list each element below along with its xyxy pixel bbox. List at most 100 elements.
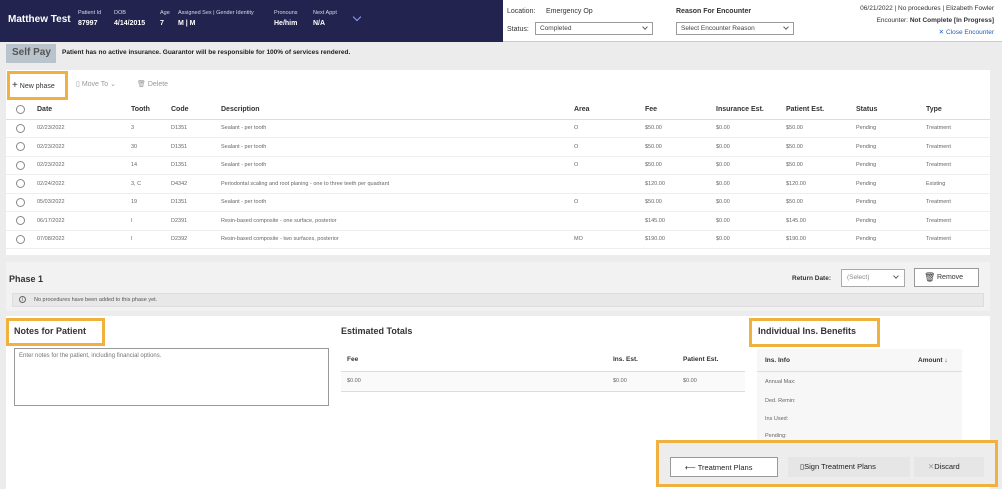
table-row[interactable]: 06/17/2022 I D2391 Resin-based composite - … (6, 211, 990, 231)
cell-patient-est: $50.00 (786, 137, 856, 157)
cell-tooth: 3 (131, 119, 171, 138)
empty-phase-message: i No procedures have been added to this … (12, 293, 984, 307)
est-col-fee: Fee (347, 356, 359, 363)
self-pay-badge: Self Pay (6, 44, 56, 63)
cell-fee: $50.00 (645, 119, 716, 138)
ins-info-header: Ins. Info (765, 357, 790, 364)
cell-code: D4342 (171, 174, 221, 194)
cell-type: Treatment (926, 137, 990, 157)
col-status[interactable]: Status (856, 100, 926, 120)
move-to-button[interactable]: ▯ Move To ⌄ (76, 80, 116, 88)
ins-row-pending: Pending: (765, 433, 787, 439)
age-field: Age 7 (160, 10, 170, 27)
chevron-down-icon (893, 273, 899, 279)
remove-phase-button[interactable]: 🗑 Remove (914, 268, 979, 287)
amount-header[interactable]: Amount ↓ (918, 357, 948, 364)
encounter-reason-select[interactable]: Select Encounter Reason (676, 22, 794, 35)
table-row[interactable]: 02/24/2022 3, C D4342 Periodontal scaling a… (6, 174, 990, 194)
cell-description: Sealant - per tooth (221, 119, 574, 138)
col-date[interactable]: Date (37, 100, 131, 120)
close-encounter-link[interactable]: ✕ Close Encounter (939, 28, 994, 36)
status-select[interactable]: Completed (535, 22, 653, 35)
notes-title: Notes for Patient (14, 326, 87, 336)
row-select-cell (6, 119, 37, 138)
table-row[interactable]: 02/23/2022 14 D1351 Sealant - per tooth O $50… (6, 156, 990, 175)
arrow-left-icon: ⟵ (685, 463, 698, 472)
document-icon: ▯ (76, 81, 80, 88)
row-select-radio[interactable] (16, 179, 25, 189)
cell-tooth: 19 (131, 193, 171, 212)
cell-tooth: I (131, 230, 171, 249)
row-select-cell (6, 156, 37, 175)
cell-code: D2391 (171, 211, 221, 231)
encounter-summary: 06/21/2022 | No procedures | Elizabeth F… (860, 5, 994, 12)
table-row[interactable]: 05/03/2022 19 D1351 Sealant - per tooth O $50… (6, 193, 990, 212)
est-col-patient: Patient Est. (683, 356, 719, 363)
est-ins-value: $0.00 (613, 378, 627, 384)
cell-area (574, 211, 645, 231)
col-description[interactable]: Description (221, 100, 574, 120)
ins-row-annual-max: Annual Max: (765, 379, 796, 385)
cell-status: Pending (856, 211, 926, 231)
delete-button[interactable]: 🗑 Delete (137, 80, 168, 88)
chevron-down-icon[interactable] (352, 12, 362, 22)
cell-tooth: I (131, 211, 171, 231)
treatment-plans-button[interactable]: ⟵ Treatment Plans (670, 457, 778, 477)
est-fee-value: $0.00 (347, 378, 361, 384)
cell-date: 02/24/2022 (37, 174, 131, 194)
notes-textarea[interactable] (14, 348, 329, 406)
table-row[interactable]: 02/23/2022 3 D1351 Sealant - per tooth O $50.… (6, 119, 990, 138)
chevron-down-icon: ⌄ (110, 81, 116, 88)
ins-row-ins-used: Ins Used: (765, 416, 789, 422)
row-select-radio[interactable] (16, 197, 25, 207)
cell-fee: $50.00 (645, 156, 716, 175)
cell-type: Existing (926, 174, 990, 194)
estimated-totals-header: Fee Ins. Est. Patient Est. (341, 348, 745, 372)
estimated-totals-row: $0.00 $0.00 $0.00 (341, 372, 745, 392)
phase-title: Phase 1 (9, 274, 44, 284)
cell-tooth: 3, C (131, 174, 171, 194)
status-label: Status: (507, 26, 529, 33)
row-select-cell (6, 137, 37, 157)
cell-type: Treatment (926, 156, 990, 175)
cell-insurance-est: $0.00 (716, 230, 786, 249)
cell-date: 02/23/2022 (37, 119, 131, 138)
row-select-radio[interactable] (16, 216, 25, 226)
col-type[interactable]: Type (926, 100, 990, 120)
row-select-radio[interactable] (16, 234, 25, 244)
return-date-select[interactable]: (Select) (841, 269, 905, 287)
row-select-radio[interactable] (16, 160, 25, 170)
table-header-row: Date Tooth Code Description Area Fee Ins… (6, 100, 990, 120)
dob-field: DOB 4/14/2015 (114, 10, 146, 27)
col-code[interactable]: Code (171, 100, 221, 120)
col-area[interactable]: Area (574, 100, 645, 120)
cell-area: MO (574, 230, 645, 249)
col-insurance-est[interactable]: Insurance Est. (716, 100, 786, 120)
pronouns-field: Pronouns He/him (274, 10, 298, 27)
encounter-header: Matthew Test Patient Id 87997 DOB 4/14/201… (0, 0, 1002, 42)
row-select-radio[interactable] (16, 142, 25, 152)
col-fee[interactable]: Fee (645, 100, 716, 120)
cell-area: O (574, 156, 645, 175)
new-phase-button[interactable]: + New phase (12, 80, 55, 91)
sort-icon: ↓ (944, 357, 948, 364)
cell-insurance-est: $0.00 (716, 193, 786, 212)
select-all-radio[interactable] (16, 104, 25, 114)
cell-status: Pending (856, 119, 926, 138)
cell-status: Pending (856, 230, 926, 249)
table-row[interactable]: 07/08/2022 I D2392 Resin-based composite - … (6, 230, 990, 249)
patient-banner: Matthew Test Patient Id 87997 DOB 4/14/201… (0, 0, 503, 42)
cell-status: Pending (856, 156, 926, 175)
insurance-note: Patient has no active insurance. Guarant… (62, 49, 351, 56)
procedures-table: Date Tooth Code Description Area Fee Ins… (6, 100, 990, 249)
col-patient-est[interactable]: Patient Est. (786, 100, 856, 120)
cell-code: D1351 (171, 193, 221, 212)
table-row[interactable]: 02/23/2022 30 D1351 Sealant - per tooth O $50… (6, 137, 990, 157)
est-col-ins: Ins. Est. (613, 356, 638, 363)
col-tooth[interactable]: Tooth (131, 100, 171, 120)
row-select-radio[interactable] (16, 123, 25, 133)
cell-description: Sealant - per tooth (221, 193, 574, 212)
encounter-status: Not Complete [In Progress] (909, 17, 994, 24)
discard-button[interactable]: ✕Discard (914, 457, 984, 477)
sign-treatment-plans-button[interactable]: ▯Sign Treatment Plans (788, 457, 910, 477)
